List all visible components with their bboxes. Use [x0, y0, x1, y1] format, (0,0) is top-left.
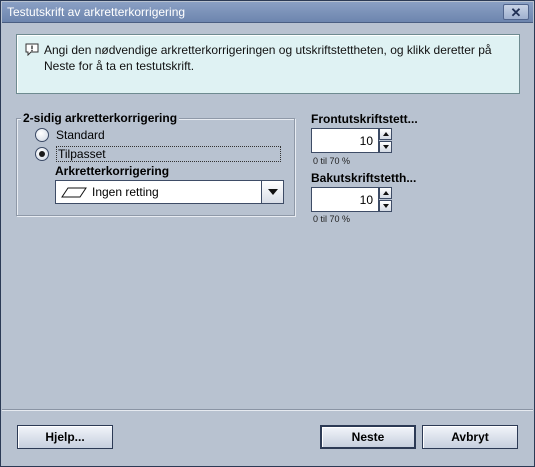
front-density-up-arrow-icon[interactable]: [379, 128, 392, 140]
back-density-stepper[interactable]: 10: [311, 187, 393, 212]
back-density-label: Bakutskriftstetth...: [311, 171, 417, 185]
back-density-input[interactable]: 10: [311, 187, 379, 212]
back-density-range: 0 til 70 %: [313, 214, 351, 224]
dialog-window: Testutskrift av arkretterkorrigering ✕ A…: [0, 0, 535, 467]
next-button[interactable]: Neste: [320, 425, 416, 449]
correction-sub-label: Arkretterkorrigering: [55, 164, 170, 178]
correction-dropdown-value: Ingen retting: [92, 185, 159, 199]
parallelogram-icon: [61, 187, 87, 198]
correction-dropdown[interactable]: Ingen retting: [55, 180, 284, 204]
front-density-label: Frontutskriftstett...: [311, 112, 418, 126]
back-density-up-arrow-icon[interactable]: [379, 187, 392, 199]
cancel-button[interactable]: Avbryt: [422, 425, 518, 449]
front-density-input[interactable]: 10: [311, 128, 379, 153]
info-panel: Angi den nødvendige arkretterkorrigering…: [16, 34, 520, 94]
help-button[interactable]: Hjelp...: [17, 425, 113, 449]
front-density-stepper[interactable]: 10: [311, 128, 393, 153]
duplex-correction-group-label: 2-sidig arkretterkorrigering: [21, 111, 180, 125]
window-title: Testutskrift av arkretterkorrigering: [7, 5, 186, 19]
close-icon: ✕: [510, 4, 522, 20]
footer-divider: [2, 409, 533, 411]
back-density-down-arrow-icon[interactable]: [379, 200, 392, 212]
front-density-down-arrow-icon[interactable]: [379, 141, 392, 153]
radio-custom-label: Tilpasset: [56, 146, 281, 162]
radio-custom[interactable]: Tilpasset: [35, 146, 281, 162]
radio-standard[interactable]: Standard: [35, 127, 105, 143]
radio-standard-button[interactable]: [35, 128, 49, 142]
info-speech-bubble-icon: [25, 43, 39, 56]
front-density-range: 0 til 70 %: [313, 156, 351, 166]
info-message: Angi den nødvendige arkretterkorrigering…: [44, 43, 492, 73]
close-button[interactable]: ✕: [503, 4, 529, 20]
title-bar: Testutskrift av arkretterkorrigering ✕: [2, 2, 533, 23]
radio-custom-button[interactable]: [35, 147, 49, 161]
radio-standard-label: Standard: [56, 128, 105, 142]
chevron-down-icon[interactable]: [261, 181, 283, 203]
